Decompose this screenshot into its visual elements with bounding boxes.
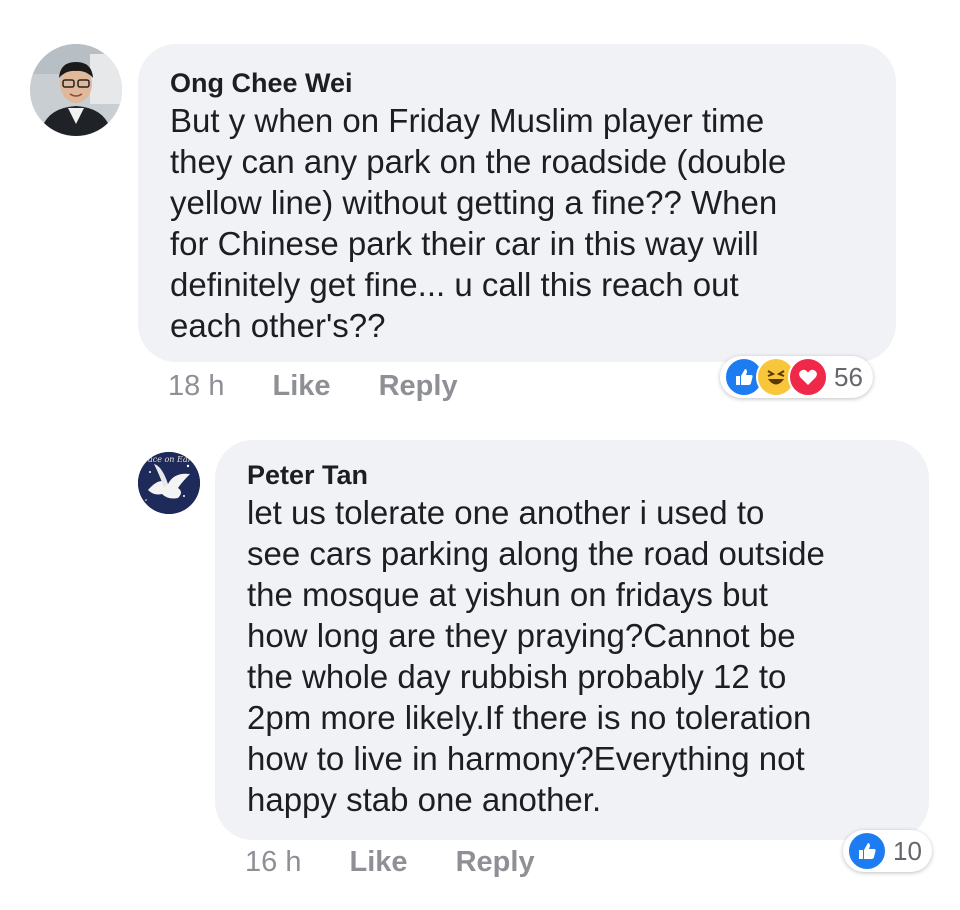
avatar-caption: Peace on Earth [138, 455, 200, 464]
person-photo-icon [30, 44, 122, 136]
comment-text: But y when on Friday Muslim player time … [170, 102, 787, 344]
avatar[interactable]: Peace on Earth [138, 452, 200, 514]
comment-author[interactable]: Peter Tan [247, 460, 368, 491]
comment-author[interactable]: Ong Chee Wei [170, 68, 353, 99]
reaction-summary[interactable]: 56 [720, 356, 873, 398]
comment-actions: 16 h Like Reply [245, 846, 575, 879]
love-icon [788, 357, 828, 397]
comment-actions: 18 h Like Reply [168, 370, 498, 403]
reaction-count: 10 [893, 835, 922, 866]
like-button[interactable]: Like [350, 846, 408, 878]
reply-button[interactable]: Reply [379, 370, 458, 402]
comment-timestamp[interactable]: 16 h [245, 846, 301, 878]
reply-button[interactable]: Reply [456, 846, 535, 878]
reaction-summary[interactable]: 10 [843, 830, 932, 872]
comment-text: let us tolerate one another i used to se… [247, 494, 825, 818]
like-icon [847, 831, 887, 871]
comment-bubble: Peter Tan let us tolerate one another i … [215, 440, 929, 840]
comment-bubble: Ong Chee Wei But y when on Friday Muslim… [138, 44, 896, 362]
comment-timestamp[interactable]: 18 h [168, 370, 224, 402]
avatar[interactable] [30, 44, 122, 136]
reaction-count: 56 [834, 361, 863, 392]
like-button[interactable]: Like [273, 370, 331, 402]
